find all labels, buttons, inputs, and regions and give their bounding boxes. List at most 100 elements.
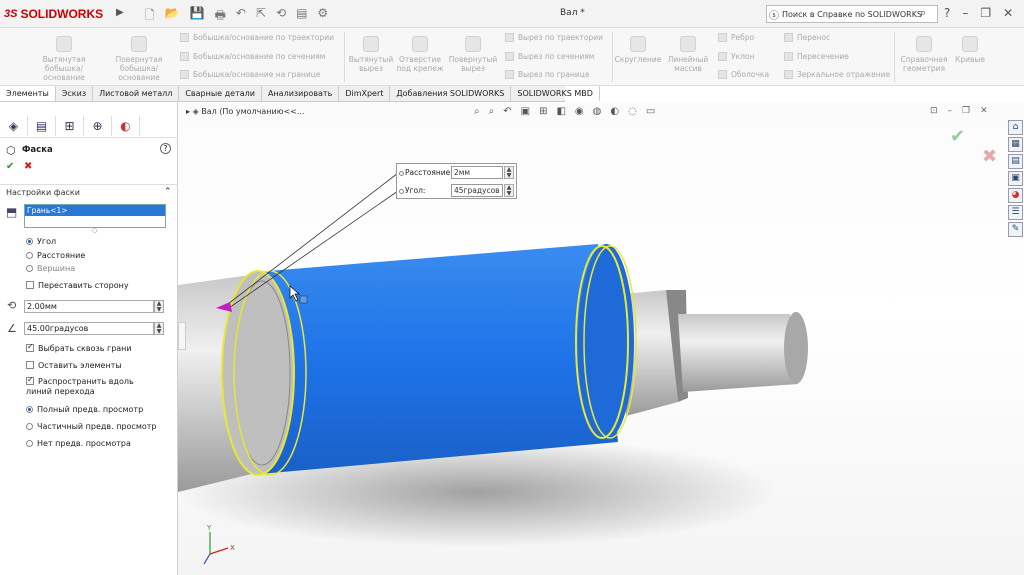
cancel-x-icon[interactable]: ✖ — [24, 161, 32, 172]
checkbox[interactable] — [26, 361, 34, 369]
radio-button[interactable] — [26, 252, 33, 259]
close-icon[interactable]: ✕ — [1003, 6, 1013, 20]
tangent-propagation-checkbox[interactable]: Распространить вдоль линий перехода — [26, 375, 156, 397]
extruded-boss-button[interactable]: Вытянутая бобышка/основание — [34, 36, 94, 82]
draft-button[interactable]: Уклон — [718, 52, 754, 61]
no-preview-radio[interactable]: Нет предв. просмотра — [26, 439, 131, 448]
configuration-manager-icon[interactable]: ⊞ — [56, 116, 84, 136]
chamfer-dimension-callout[interactable]: Расстояние: 2мм ▲ ▼ Угол: 45градусов ▲ ▼ — [396, 163, 517, 199]
solidworks-forum-icon[interactable]: ✎ — [1008, 222, 1023, 237]
extruded-cut-label: Вытянутый вырез — [348, 55, 394, 73]
tab-weldments[interactable]: Сварные детали — [179, 86, 262, 101]
print-icon[interactable]: 🖶 — [215, 6, 226, 27]
intersect-button[interactable]: Пересечение — [784, 52, 849, 61]
keep-features-checkbox[interactable]: Оставить элементы — [26, 361, 122, 370]
custom-properties-icon[interactable]: ☰ — [1008, 205, 1023, 220]
tab-evaluate[interactable]: Анализировать — [262, 86, 340, 101]
expand-arrow-icon[interactable]: ▶ — [116, 7, 124, 18]
property-manager-icon[interactable]: ▤ — [28, 116, 56, 136]
help-search-input[interactable]: ⓢ Поиск в Справке по SOLIDWORKS — [766, 5, 938, 23]
undo-icon[interactable]: ↶ — [236, 6, 246, 27]
angle-spinner[interactable]: ▲ ▼ — [154, 322, 164, 335]
boundary-boss-button[interactable]: Бобышка/основание на границе — [180, 70, 320, 79]
appearances-icon[interactable]: ◕ — [1008, 188, 1023, 203]
linear-pattern-button[interactable]: Линейный массив — [664, 36, 712, 73]
radio-button[interactable] — [26, 440, 33, 447]
curves-button[interactable]: Кривые — [952, 36, 988, 64]
save-icon[interactable]: 💾 — [190, 6, 205, 27]
revolved-cut-button[interactable]: Повернутый вырез — [448, 36, 498, 73]
display-manager-icon[interactable]: ◐ — [112, 116, 140, 136]
view-palette-icon[interactable]: ▣ — [1008, 171, 1023, 186]
radio-button[interactable] — [26, 265, 33, 272]
radio-button[interactable] — [26, 238, 33, 245]
radio-vertex[interactable]: Вершина — [26, 264, 75, 273]
shell-button[interactable]: Оболочка — [718, 70, 769, 79]
hole-wizard-button[interactable]: Отверстие под крепеж — [396, 36, 444, 73]
rib-feature-button[interactable]: Ребро — [718, 33, 754, 42]
graphics-viewport[interactable]: ▸ ◈ Вал (По умолчанию<<... ⌕ ⌕ ↶ ▣ ⊞ ◧ ◉… — [178, 102, 1024, 575]
checkbox[interactable] — [26, 281, 34, 289]
resize-handle-icon[interactable]: ○ — [92, 227, 97, 234]
radio-distance-distance[interactable]: Расстояние — [26, 251, 85, 260]
feature-tree-icon[interactable]: ◈ — [0, 116, 28, 136]
collapse-chevron-icon[interactable]: ⌃ — [164, 187, 172, 197]
selection-item[interactable]: Грань<1> — [25, 205, 165, 216]
radio-button[interactable] — [26, 423, 33, 430]
select-icon[interactable]: ⇱ — [256, 6, 266, 27]
model-graphics[interactable]: Y X — [178, 102, 1024, 575]
restore-icon[interactable]: ❐ — [980, 6, 991, 20]
full-preview-radio[interactable]: Полный предв. просмотр — [26, 405, 143, 414]
reject-x-icon[interactable]: ✖ — [982, 146, 997, 167]
open-icon[interactable]: 📂 — [165, 6, 180, 27]
panel-flyout-handle[interactable] — [178, 322, 186, 350]
tab-sheet-metal[interactable]: Листовой металл — [93, 86, 180, 101]
revolved-boss-button[interactable]: Повернутая бобышка/основание — [104, 36, 174, 82]
callout-angle-spinner[interactable]: ▲ ▼ — [504, 184, 514, 197]
tab-addins[interactable]: Добавления SOLIDWORKS — [390, 86, 512, 101]
panel-help-icon[interactable]: ? — [160, 143, 171, 154]
rebuild-icon[interactable]: ⟲ — [276, 6, 286, 27]
callout-distance-spinner[interactable]: ▲ ▼ — [504, 166, 514, 179]
solidworks-resources-icon[interactable]: ⌂ — [1008, 120, 1023, 135]
flip-direction-checkbox[interactable]: Переставить сторону — [26, 281, 129, 290]
ok-check-icon[interactable]: ✔ — [6, 161, 14, 172]
file-explorer-icon[interactable]: ▤ — [1008, 154, 1023, 169]
distance-input[interactable]: 2.00мм — [24, 300, 154, 313]
checkbox[interactable] — [26, 342, 34, 352]
boundary-cut-button[interactable]: Вырез по границе — [505, 70, 589, 79]
partial-preview-radio[interactable]: Частичный предв. просмотр — [26, 422, 157, 431]
select-through-faces-checkbox[interactable]: Выбрать сквозь грани — [26, 342, 132, 353]
extruded-cut-button[interactable]: Вытянутый вырез — [348, 36, 394, 73]
reference-geometry-button[interactable]: Справочная геометрия — [896, 36, 952, 73]
tab-mbd[interactable]: SOLIDWORKS MBD — [511, 86, 600, 101]
radio-button[interactable] — [26, 406, 33, 413]
tab-dimxpert[interactable]: DimXpert — [339, 86, 391, 101]
swept-boss-button[interactable]: Бобышка/основание по траектории — [180, 33, 334, 42]
mirror-button[interactable]: Зеркальное отражение — [784, 70, 890, 79]
checkbox[interactable] — [26, 375, 34, 385]
selected-face[interactable] — [256, 244, 618, 474]
file-properties-icon[interactable]: ▤ — [296, 6, 307, 27]
fillet-button[interactable]: Скругление — [614, 36, 662, 64]
callout-angle-input[interactable]: 45градусов — [451, 184, 503, 197]
new-document-icon[interactable]: 🗋 — [145, 6, 155, 27]
help-question-icon[interactable]: ? — [944, 6, 950, 20]
swept-cut-button[interactable]: Вырез по траектории — [505, 33, 603, 42]
lofted-cut-button[interactable]: Вырез по сечениям — [505, 52, 594, 61]
lofted-boss-button[interactable]: Бобышка/основание по сечениям — [180, 52, 325, 61]
tab-sketch[interactable]: Эскиз — [56, 86, 94, 101]
radio-angle-distance[interactable]: Угол — [26, 237, 56, 246]
dimxpert-manager-icon[interactable]: ⊕ — [84, 116, 112, 136]
search-icon[interactable]: ⌕ — [920, 6, 926, 20]
confirm-check-icon[interactable]: ✔ — [950, 126, 965, 147]
move-button[interactable]: Перенос — [784, 33, 830, 42]
design-library-icon[interactable]: ▦ — [1008, 137, 1023, 152]
callout-distance-input[interactable]: 2мм — [451, 166, 503, 179]
selection-list[interactable]: Грань<1> — [24, 204, 166, 228]
options-gear-icon[interactable]: ⚙ — [317, 6, 328, 27]
tab-features[interactable]: Элементы — [0, 86, 56, 101]
distance-spinner[interactable]: ▲ ▼ — [154, 300, 164, 313]
minimize-icon[interactable]: – — [962, 6, 968, 20]
angle-input[interactable]: 45.00градусов — [24, 322, 154, 335]
